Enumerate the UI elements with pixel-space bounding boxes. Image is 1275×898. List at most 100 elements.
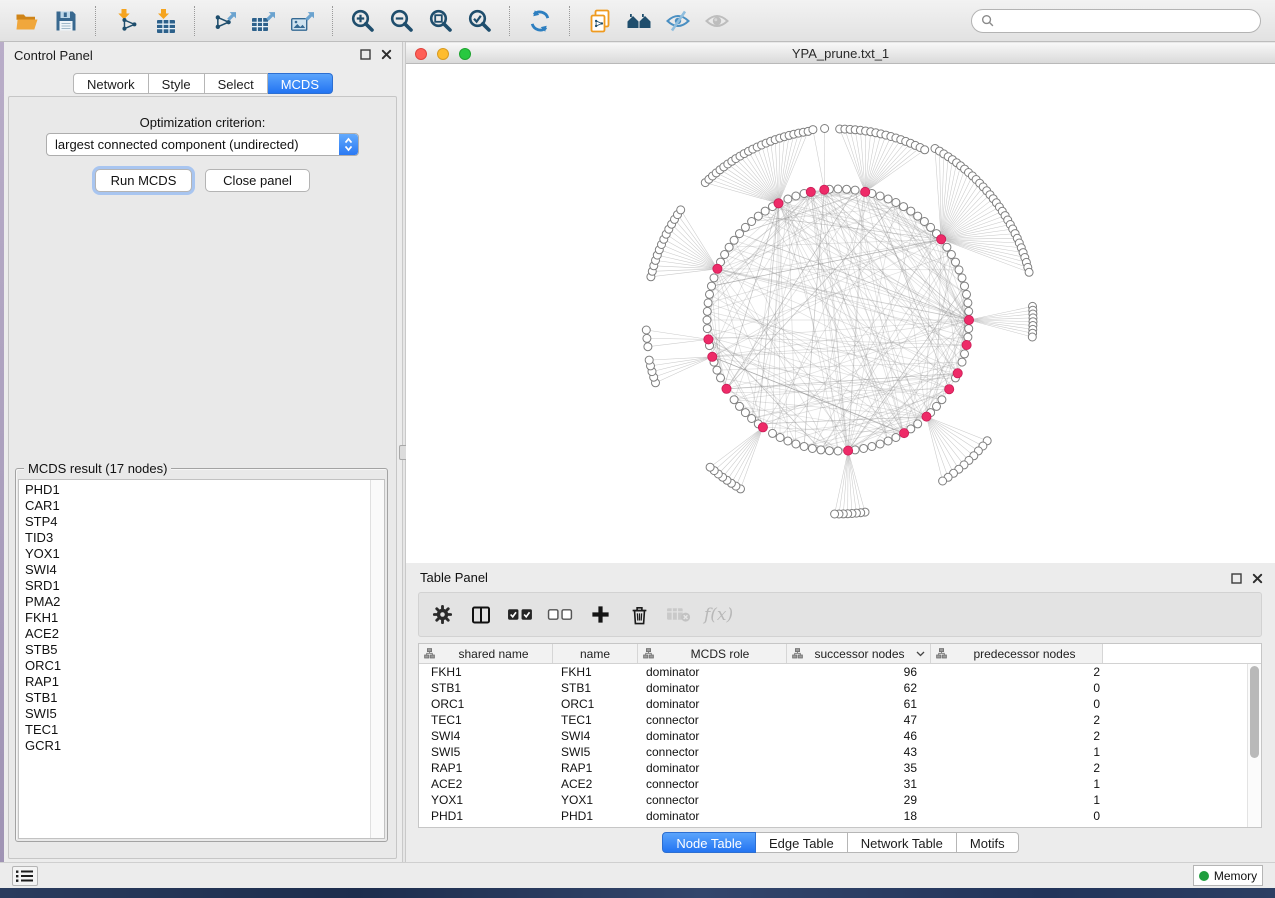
network-window-titlebar[interactable]: YPA_prune.txt_1 [406,42,1275,64]
table-body: FKH1FKH1dominator962STB1STB1dominator620… [419,664,1261,824]
open-file-icon[interactable] [10,5,44,37]
mcds-result-item[interactable]: YOX1 [19,546,384,562]
neighbors-houses-icon[interactable] [622,5,656,37]
table-row[interactable]: RAP1RAP1dominator352 [419,760,1261,776]
clone-network-icon[interactable] [583,5,617,37]
table-row[interactable]: SWI4SWI4dominator462 [419,728,1261,744]
export-network-icon[interactable] [208,5,242,37]
mcds-result-item[interactable]: SRD1 [19,578,384,594]
column-header-mcds-role[interactable]: MCDS role [638,644,787,663]
save-session-icon[interactable] [49,5,83,37]
add-column-plus-icon[interactable] [587,602,613,628]
tab-network-table[interactable]: Network Table [848,832,957,853]
table-row[interactable]: FKH1FKH1dominator962 [419,664,1261,680]
mcds-result-item[interactable]: SWI4 [19,562,384,578]
refresh-layout-icon[interactable] [523,5,557,37]
zoom-selected-icon[interactable] [463,5,497,37]
select-all-checkboxes-icon[interactable] [507,602,534,628]
mcds-result-item[interactable]: STP4 [19,514,384,530]
deselect-all-checkboxes-icon[interactable] [547,602,574,628]
cell-successor-nodes: 29 [787,793,931,807]
cell-mcds-role: dominator [638,729,787,743]
hide-selected-eye-slash-icon[interactable] [661,5,695,37]
mcds-result-item[interactable]: CAR1 [19,498,384,514]
table-row[interactable]: ACE2ACE2connector311 [419,776,1261,792]
control-panel: Control Panel NetworkStyleSelectMCDS Opt… [4,42,402,862]
column-header-name[interactable]: name [553,644,638,663]
tab-mcds[interactable]: MCDS [268,73,333,94]
zoom-in-icon[interactable] [346,5,380,37]
mcds-result-item[interactable]: TID3 [19,530,384,546]
delete-column-trash-icon[interactable] [626,602,652,628]
mcds-result-item[interactable]: SWI5 [19,706,384,722]
table-row[interactable]: TEC1TEC1connector472 [419,712,1261,728]
export-table-icon[interactable] [247,5,281,37]
column-settings-gear-icon[interactable] [429,602,455,628]
cell-predecessor-nodes: 1 [931,777,1103,791]
show-hidden-eye-icon[interactable] [700,5,734,37]
table-row[interactable]: STB1STB1dominator620 [419,680,1261,696]
search-input[interactable] [1000,13,1251,29]
mcds-result-item[interactable]: ACE2 [19,626,384,642]
mcds-result-item[interactable]: GCR1 [19,738,384,754]
import-table-icon[interactable] [148,5,182,37]
task-history-button[interactable] [12,866,38,886]
cell-successor-nodes: 46 [787,729,931,743]
table-row[interactable]: YOX1YOX1connector291 [419,792,1261,808]
criterion-select[interactable]: largest connected component (undirected) [46,133,359,156]
mcds-result-item[interactable]: STB5 [19,642,384,658]
export-image-icon[interactable] [286,5,320,37]
table-scrollbar-thumb[interactable] [1250,666,1259,758]
mcds-result-item[interactable]: PMA2 [19,594,384,610]
mcds-result-item[interactable]: PHD1 [19,482,384,498]
zoom-out-icon[interactable] [385,5,419,37]
memory-button-label: Memory [1214,869,1257,883]
mcds-result-item[interactable]: TEC1 [19,722,384,738]
node-table: shared namenameMCDS rolesuccessor nodesp… [418,643,1262,828]
cell-mcds-role: dominator [638,681,787,695]
close-table-panel-icon[interactable] [1252,571,1263,589]
tab-select[interactable]: Select [205,73,268,94]
cell-name: RAP1 [553,761,638,775]
search-box[interactable] [971,9,1261,33]
table-row[interactable]: ORC1ORC1dominator610 [419,696,1261,712]
optimization-criterion-label: Optimization criterion: [9,115,396,130]
cell-successor-nodes: 61 [787,697,931,711]
mcds-tab-content: Optimization criterion: largest connecte… [8,96,397,859]
table-scrollbar[interactable] [1247,664,1261,827]
mcds-result-list[interactable]: PHD1CAR1STP4TID3YOX1SWI4SRD1PMA2FKH1ACE2… [18,479,385,839]
mcds-result-item[interactable]: FKH1 [19,610,384,626]
network-graph[interactable] [406,64,1275,563]
mcds-result-item[interactable]: STB1 [19,690,384,706]
network-canvas[interactable] [406,64,1275,563]
list-icon [15,869,35,883]
tab-node-table[interactable]: Node Table [662,832,756,853]
mcds-result-item[interactable]: RAP1 [19,674,384,690]
run-mcds-button[interactable]: Run MCDS [95,169,192,192]
close-panel-button[interactable]: Close panel [205,169,310,192]
column-header-shared-name[interactable]: shared name [419,644,553,663]
table-row[interactable]: PHD1PHD1dominator180 [419,808,1261,824]
tab-network[interactable]: Network [73,73,149,94]
cell-name: ACE2 [553,777,638,791]
toolbar-separator [194,6,196,36]
toolbar-separator [95,6,97,36]
tab-edge-table[interactable]: Edge Table [756,832,848,853]
memory-button[interactable]: Memory [1193,865,1263,886]
mcds-result-item[interactable]: ORC1 [19,658,384,674]
close-panel-icon[interactable] [381,49,392,60]
mcds-list-scrollbar[interactable] [370,480,384,838]
cell-name: SWI4 [553,729,638,743]
search-icon [981,14,994,27]
show-columns-icon[interactable] [468,602,494,628]
table-row[interactable]: SWI5SWI5connector431 [419,744,1261,760]
zoom-fit-icon[interactable] [424,5,458,37]
float-table-panel-icon[interactable] [1231,571,1242,589]
tab-style[interactable]: Style [149,73,205,94]
float-panel-icon[interactable] [360,49,371,60]
column-header-successor-nodes[interactable]: successor nodes [787,644,931,663]
column-header-predecessor-nodes[interactable]: predecessor nodes [931,644,1103,663]
cell-predecessor-nodes: 0 [931,697,1103,711]
tab-motifs[interactable]: Motifs [957,832,1019,853]
import-network-icon[interactable] [109,5,143,37]
